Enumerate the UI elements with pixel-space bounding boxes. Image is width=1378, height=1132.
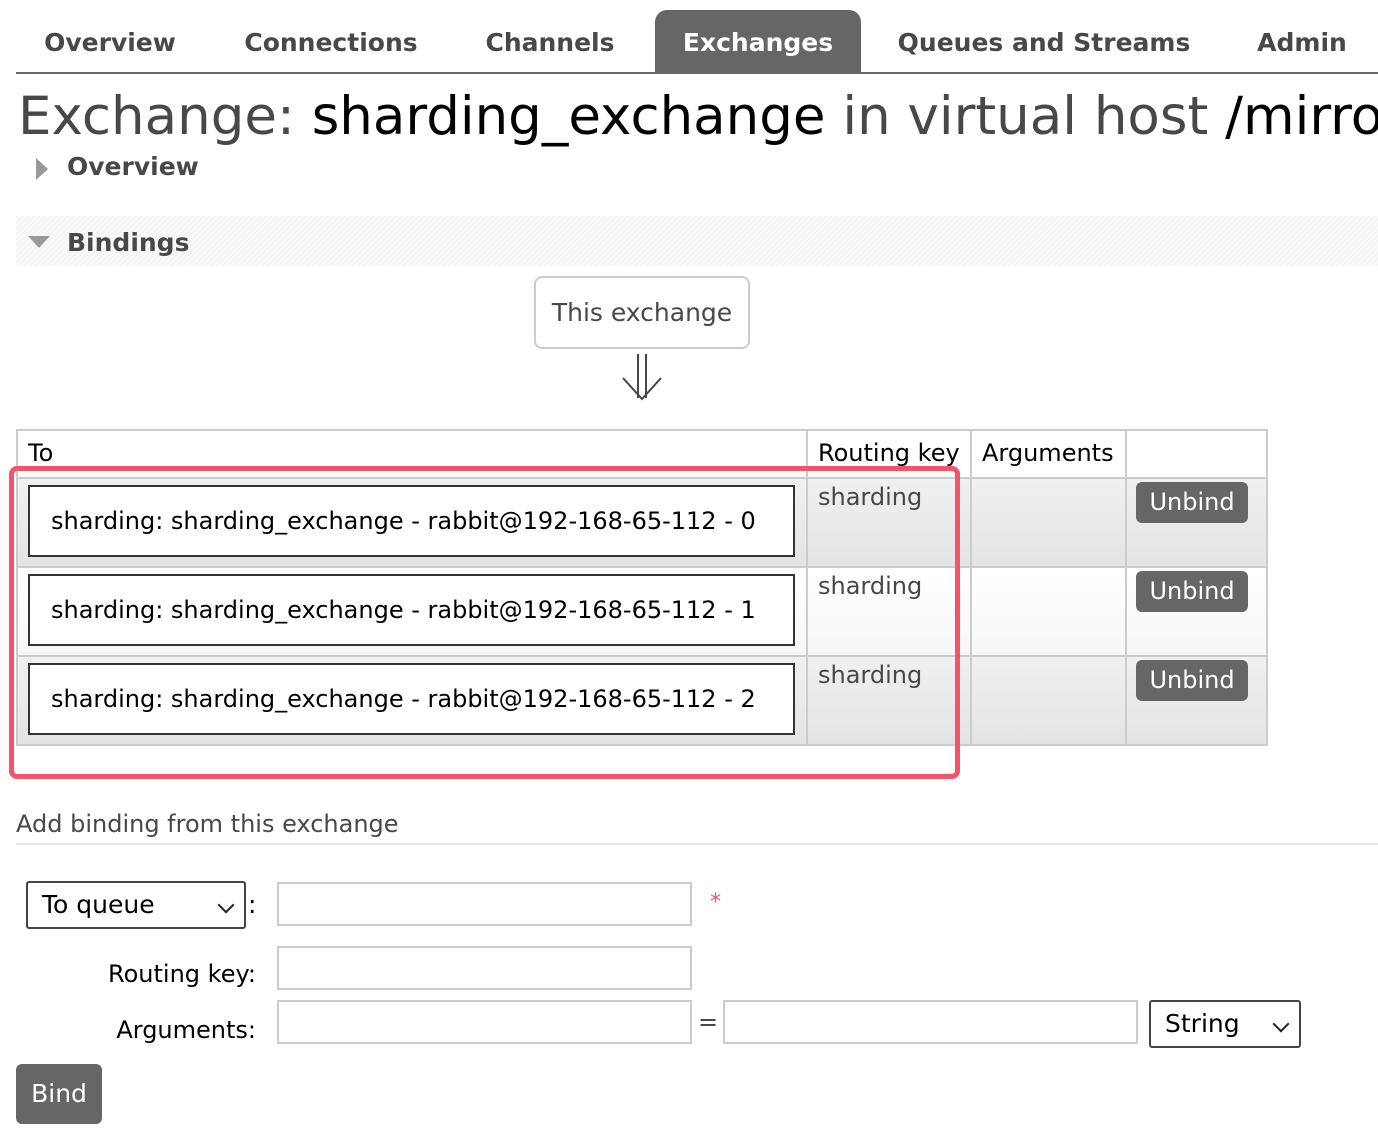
- page-title: Exchange: sharding_exchange in virtual h…: [18, 84, 1378, 150]
- unbind-button[interactable]: Unbind: [1136, 571, 1248, 612]
- argument-type-value: String: [1165, 1009, 1240, 1038]
- colon-separator: :: [248, 890, 257, 919]
- header-arguments: Arguments: [982, 439, 1114, 467]
- required-marker: *: [710, 890, 721, 915]
- bind-button[interactable]: Bind: [16, 1064, 102, 1124]
- title-exchange-name: sharding_exchange: [311, 86, 826, 147]
- routing-key-input[interactable]: [277, 946, 692, 990]
- header-to: To: [28, 439, 54, 467]
- argument-value-input[interactable]: [723, 1000, 1138, 1044]
- column-divider: [970, 431, 972, 744]
- binding-routing-key: sharding: [818, 483, 923, 511]
- routing-key-label: Routing key:: [108, 960, 256, 988]
- tab-admin[interactable]: Admin: [1240, 10, 1364, 72]
- collapsed-triangle-icon: [36, 158, 48, 180]
- title-middle: in virtual host: [842, 86, 1209, 147]
- divider: [16, 843, 1378, 845]
- table-row: sharding: sharding_exchange - rabbit@192…: [18, 566, 1266, 656]
- binding-destination[interactable]: sharding: sharding_exchange - rabbit@192…: [28, 663, 795, 735]
- bindings-section-label: Bindings: [67, 228, 190, 257]
- argument-key-input[interactable]: [277, 1000, 692, 1044]
- unbind-button[interactable]: Unbind: [1136, 660, 1248, 701]
- overview-section-label: Overview: [67, 152, 199, 181]
- tab-queues-and-streams[interactable]: Queues and Streams: [888, 10, 1200, 72]
- add-binding-title: Add binding from this exchange: [16, 810, 399, 838]
- bindings-section-header[interactable]: Bindings: [16, 216, 1378, 266]
- expanded-triangle-icon: [28, 236, 50, 248]
- chevron-down-icon: [1272, 1015, 1290, 1033]
- tab-exchanges[interactable]: Exchanges: [655, 10, 861, 72]
- binding-destination[interactable]: sharding: sharding_exchange - rabbit@192…: [28, 574, 795, 646]
- destination-type-value: To queue: [42, 890, 155, 919]
- binding-routing-key: sharding: [818, 661, 923, 689]
- destination-input[interactable]: [277, 882, 692, 926]
- header-routing-key: Routing key: [818, 439, 960, 467]
- bindings-table: To Routing key Arguments sharding: shard…: [16, 429, 1268, 746]
- binding-routing-key: sharding: [818, 572, 923, 600]
- title-vhost: /mirror: [1225, 86, 1378, 147]
- column-divider: [806, 431, 808, 744]
- arguments-label: Arguments:: [116, 1016, 256, 1044]
- table-row: sharding: sharding_exchange - rabbit@192…: [18, 477, 1266, 567]
- double-down-arrow-icon: [622, 354, 662, 401]
- column-divider: [1125, 431, 1127, 744]
- binding-destination[interactable]: sharding: sharding_exchange - rabbit@192…: [28, 485, 795, 557]
- this-exchange-box: This exchange: [534, 276, 750, 349]
- tab-overview[interactable]: Overview: [16, 10, 204, 72]
- tab-channels[interactable]: Channels: [464, 10, 636, 72]
- table-row: sharding: sharding_exchange - rabbit@192…: [18, 655, 1266, 744]
- chevron-down-icon: [217, 896, 235, 914]
- overview-section-header[interactable]: Overview: [16, 148, 1378, 190]
- unbind-button[interactable]: Unbind: [1136, 482, 1248, 523]
- destination-type-select[interactable]: To queue: [26, 881, 246, 929]
- equals-sign: =: [698, 1008, 719, 1036]
- title-prefix: Exchange:: [18, 86, 295, 147]
- main-nav-tabs: Overview Connections Channels Exchanges …: [16, 10, 1378, 74]
- tab-connections[interactable]: Connections: [224, 10, 438, 72]
- argument-type-select[interactable]: String: [1149, 1000, 1301, 1048]
